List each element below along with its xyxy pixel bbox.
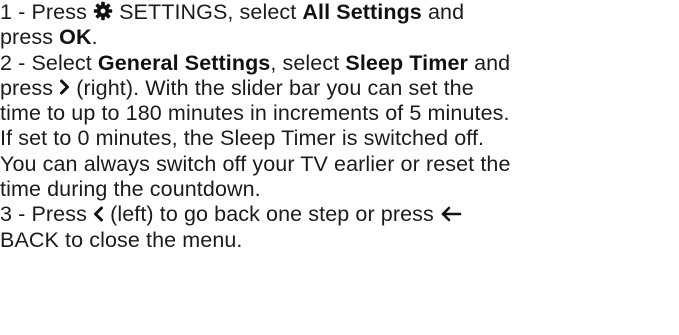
step-3-number: 3 -	[0, 202, 26, 227]
text: press	[0, 25, 54, 50]
step-2-line-4: If set to 0 minutes, the Sleep Timer is …	[0, 126, 679, 151]
step-1-number: 1 -	[0, 0, 26, 24]
text: and	[427, 0, 465, 24]
ui-term: Sleep Timer	[345, 50, 468, 75]
text: and	[474, 50, 511, 75]
step-2-number: 2 -	[0, 50, 26, 75]
text: Press	[31, 0, 87, 24]
text: You can always switch off your TV earlie…	[0, 151, 511, 176]
text: press	[0, 75, 54, 100]
text: BACK to close the menu.	[0, 227, 243, 252]
ui-term: General Settings	[97, 50, 271, 75]
step-3-line-2: BACK to close the menu.	[0, 228, 679, 253]
ui-term: All Settings	[302, 0, 422, 24]
step-3-line-1: 3 - Press (left) to go back one step or …	[0, 202, 679, 227]
chevron-left-icon	[93, 206, 104, 222]
text: SETTINGS, select	[119, 0, 297, 24]
step-2-line-6: time during the countdown.	[0, 177, 679, 202]
instruction-text: 1 - Press SETTINGS, select All Settings …	[0, 0, 679, 253]
chevron-right-icon	[59, 79, 70, 95]
text: .	[91, 25, 98, 50]
text: Press	[31, 202, 87, 227]
text: time during the countdown.	[0, 177, 261, 202]
text: (right). With the slider bar you can set…	[76, 75, 474, 100]
text: (left) to go back one step or press	[110, 202, 434, 227]
step-2-line-1: 2 - Select General Settings, select Slee…	[0, 51, 679, 76]
gear-icon	[93, 1, 113, 21]
step-2-line-2: press (right). With the slider bar you c…	[0, 76, 679, 101]
ui-term: OK	[59, 25, 92, 50]
step-1-line-1: 1 - Press SETTINGS, select All Settings …	[0, 0, 679, 25]
text: Select	[31, 50, 92, 75]
step-1-line-2: press OK.	[0, 25, 679, 50]
text: , select	[270, 50, 340, 75]
text: time to up to 180 minutes in increments …	[0, 101, 510, 126]
text: If set to 0 minutes, the Sleep Timer is …	[0, 126, 485, 151]
step-2-line-5: You can always switch off your TV earlie…	[0, 152, 679, 177]
step-2-line-3: time to up to 180 minutes in increments …	[0, 101, 679, 126]
back-arrow-icon	[440, 206, 462, 222]
